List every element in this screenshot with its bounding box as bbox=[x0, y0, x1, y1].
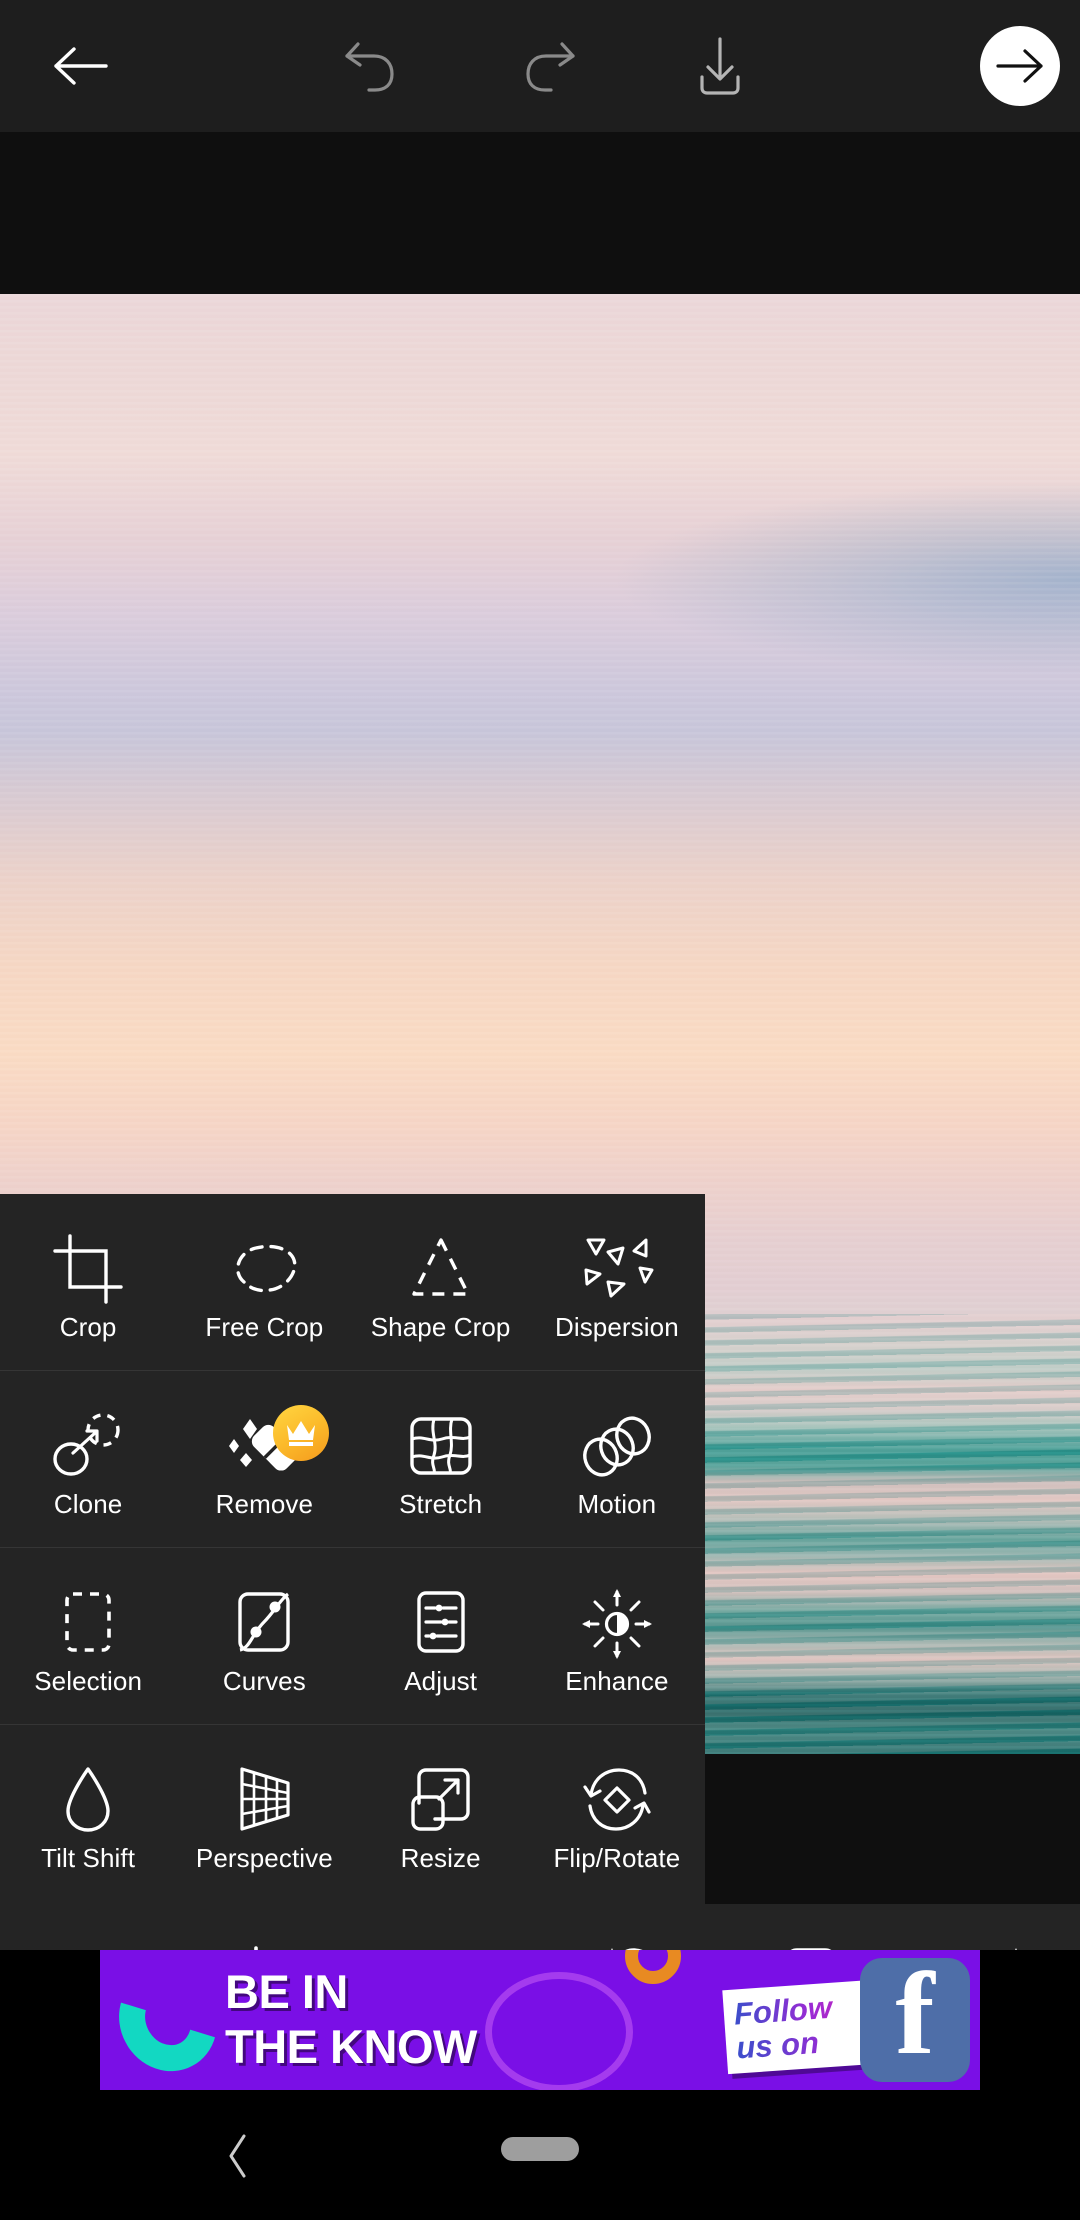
top-toolbar bbox=[0, 0, 1080, 132]
tool-label: Stretch bbox=[399, 1488, 483, 1519]
nav-item-effects[interactable]: fx Effects bbox=[360, 1904, 540, 1950]
fx-icon: fx bbox=[412, 1936, 488, 1950]
tool-perspective[interactable]: Perspective bbox=[176, 1725, 352, 1902]
facebook-logo-icon: f bbox=[860, 1950, 970, 2082]
tool-label: Remove bbox=[215, 1488, 314, 1519]
tool-label: Shape Crop bbox=[370, 1311, 511, 1342]
nav-item-gold[interactable]: Gold bbox=[0, 1904, 180, 1950]
beautify-icon bbox=[592, 1936, 668, 1950]
nav-item-sticker[interactable]: Sticker bbox=[720, 1904, 900, 1950]
arrow-left-icon bbox=[54, 47, 108, 85]
tool-label: Crop bbox=[59, 1311, 117, 1342]
tool-motion[interactable]: Motion bbox=[529, 1371, 705, 1548]
undo-icon bbox=[345, 42, 394, 92]
next-button-circle bbox=[980, 26, 1060, 106]
redo-button[interactable] bbox=[490, 0, 610, 132]
tool-dispersion[interactable]: Dispersion bbox=[529, 1194, 705, 1371]
perspective-icon bbox=[228, 1757, 300, 1843]
tool-label: Flip/Rotate bbox=[553, 1842, 681, 1873]
tool-flip-rotate[interactable]: Flip/Rotate bbox=[529, 1725, 705, 1902]
tool-free-crop[interactable]: Free Crop bbox=[176, 1194, 352, 1371]
shape-crop-icon bbox=[404, 1226, 478, 1312]
ad-headline-line2: THE KNOW bbox=[225, 2020, 477, 2073]
tool-label: Adjust bbox=[404, 1665, 478, 1696]
clone-icon bbox=[49, 1403, 127, 1489]
download-icon bbox=[700, 37, 740, 95]
nav-item-beautify[interactable]: Beautify bbox=[540, 1904, 720, 1950]
tools-row: Tilt Shift Perspective Resize Flip/Rotat… bbox=[0, 1725, 705, 1902]
next-button[interactable] bbox=[960, 0, 1080, 132]
back-button[interactable] bbox=[20, 0, 140, 132]
tool-adjust[interactable]: Adjust bbox=[353, 1548, 529, 1725]
premium-crown-badge bbox=[273, 1405, 330, 1461]
tool-label: Resize bbox=[400, 1842, 481, 1873]
tools-panel: Crop Free Crop Shape Crop Dispersion Clo… bbox=[0, 1194, 705, 1904]
tool-label: Clone bbox=[53, 1488, 123, 1519]
tool-label: Dispersion bbox=[554, 1311, 679, 1342]
crown-icon bbox=[54, 1936, 126, 1950]
tool-label: Perspective bbox=[195, 1842, 333, 1873]
nav-item-cutout[interactable]: Cutout bbox=[900, 1904, 1080, 1950]
ad-headline: BE IN THE KNOW bbox=[225, 1964, 745, 2074]
bottom-nav: Gold Tools fx Effects bbox=[0, 1904, 1080, 1950]
resize-icon bbox=[405, 1757, 477, 1843]
ad-decor-arc-left bbox=[101, 1951, 235, 2089]
tool-crop[interactable]: Crop bbox=[0, 1194, 176, 1371]
tilt-shift-icon bbox=[58, 1757, 118, 1843]
cutout-icon bbox=[954, 1936, 1026, 1950]
stretch-icon bbox=[404, 1403, 478, 1489]
tool-label: Selection bbox=[34, 1665, 143, 1696]
tool-clone[interactable]: Clone bbox=[0, 1371, 176, 1548]
adjust-icon bbox=[407, 1580, 475, 1666]
dispersion-icon bbox=[578, 1226, 656, 1312]
nav-item-tools[interactable]: Tools bbox=[180, 1904, 360, 1950]
tools-row: Selection Curves Adjust Enhance bbox=[0, 1548, 705, 1725]
back-chevron-icon bbox=[229, 2134, 246, 2178]
tool-label: Enhance bbox=[565, 1665, 669, 1696]
tool-selection[interactable]: Selection bbox=[0, 1548, 176, 1725]
tool-resize[interactable]: Resize bbox=[353, 1725, 529, 1902]
tools-row: Clone Remove Stretch Motion bbox=[0, 1371, 705, 1548]
flip-rotate-icon bbox=[579, 1757, 655, 1843]
tools-row: Crop Free Crop Shape Crop Dispersion bbox=[0, 1194, 705, 1371]
photo-editor-screen: Crop Free Crop Shape Crop Dispersion Clo… bbox=[0, 0, 1080, 2220]
curves-icon bbox=[228, 1580, 300, 1666]
tool-curves[interactable]: Curves bbox=[176, 1548, 352, 1725]
arrow-right-icon bbox=[996, 49, 1043, 83]
free-crop-icon bbox=[224, 1226, 304, 1312]
redo-icon bbox=[526, 42, 575, 92]
undo-button[interactable] bbox=[310, 0, 430, 132]
sticker-icon bbox=[776, 1936, 844, 1950]
tool-label: Free Crop bbox=[205, 1311, 324, 1342]
motion-icon bbox=[578, 1403, 656, 1489]
tool-label: Tilt Shift bbox=[41, 1842, 136, 1873]
tool-shape-crop[interactable]: Shape Crop bbox=[353, 1194, 529, 1371]
editor-canvas-area: Crop Free Crop Shape Crop Dispersion Clo… bbox=[0, 132, 1080, 1950]
ad-banner[interactable]: BE IN THE KNOW Follow us on f bbox=[100, 1950, 980, 2090]
tool-label: Curves bbox=[222, 1665, 306, 1696]
save-button[interactable] bbox=[660, 0, 780, 132]
tool-remove[interactable]: Remove bbox=[176, 1371, 352, 1548]
system-back-button[interactable] bbox=[210, 2128, 266, 2184]
crown-icon bbox=[287, 1421, 316, 1446]
selection-icon bbox=[53, 1580, 123, 1666]
crop-icon bbox=[51, 1226, 125, 1312]
facebook-glyph: f bbox=[895, 1950, 935, 2079]
home-pill-handle[interactable] bbox=[501, 2137, 579, 2161]
ad-banner-container: BE IN THE KNOW Follow us on f bbox=[0, 1950, 1080, 2090]
ad-headline-line1: BE IN bbox=[225, 1965, 348, 2018]
tool-tilt-shift[interactable]: Tilt Shift bbox=[0, 1725, 176, 1902]
enhance-icon bbox=[579, 1580, 655, 1666]
tool-enhance[interactable]: Enhance bbox=[529, 1548, 705, 1725]
tool-label: Motion bbox=[577, 1488, 657, 1519]
tool-stretch[interactable]: Stretch bbox=[353, 1371, 529, 1548]
tools-icon bbox=[236, 1936, 304, 1950]
